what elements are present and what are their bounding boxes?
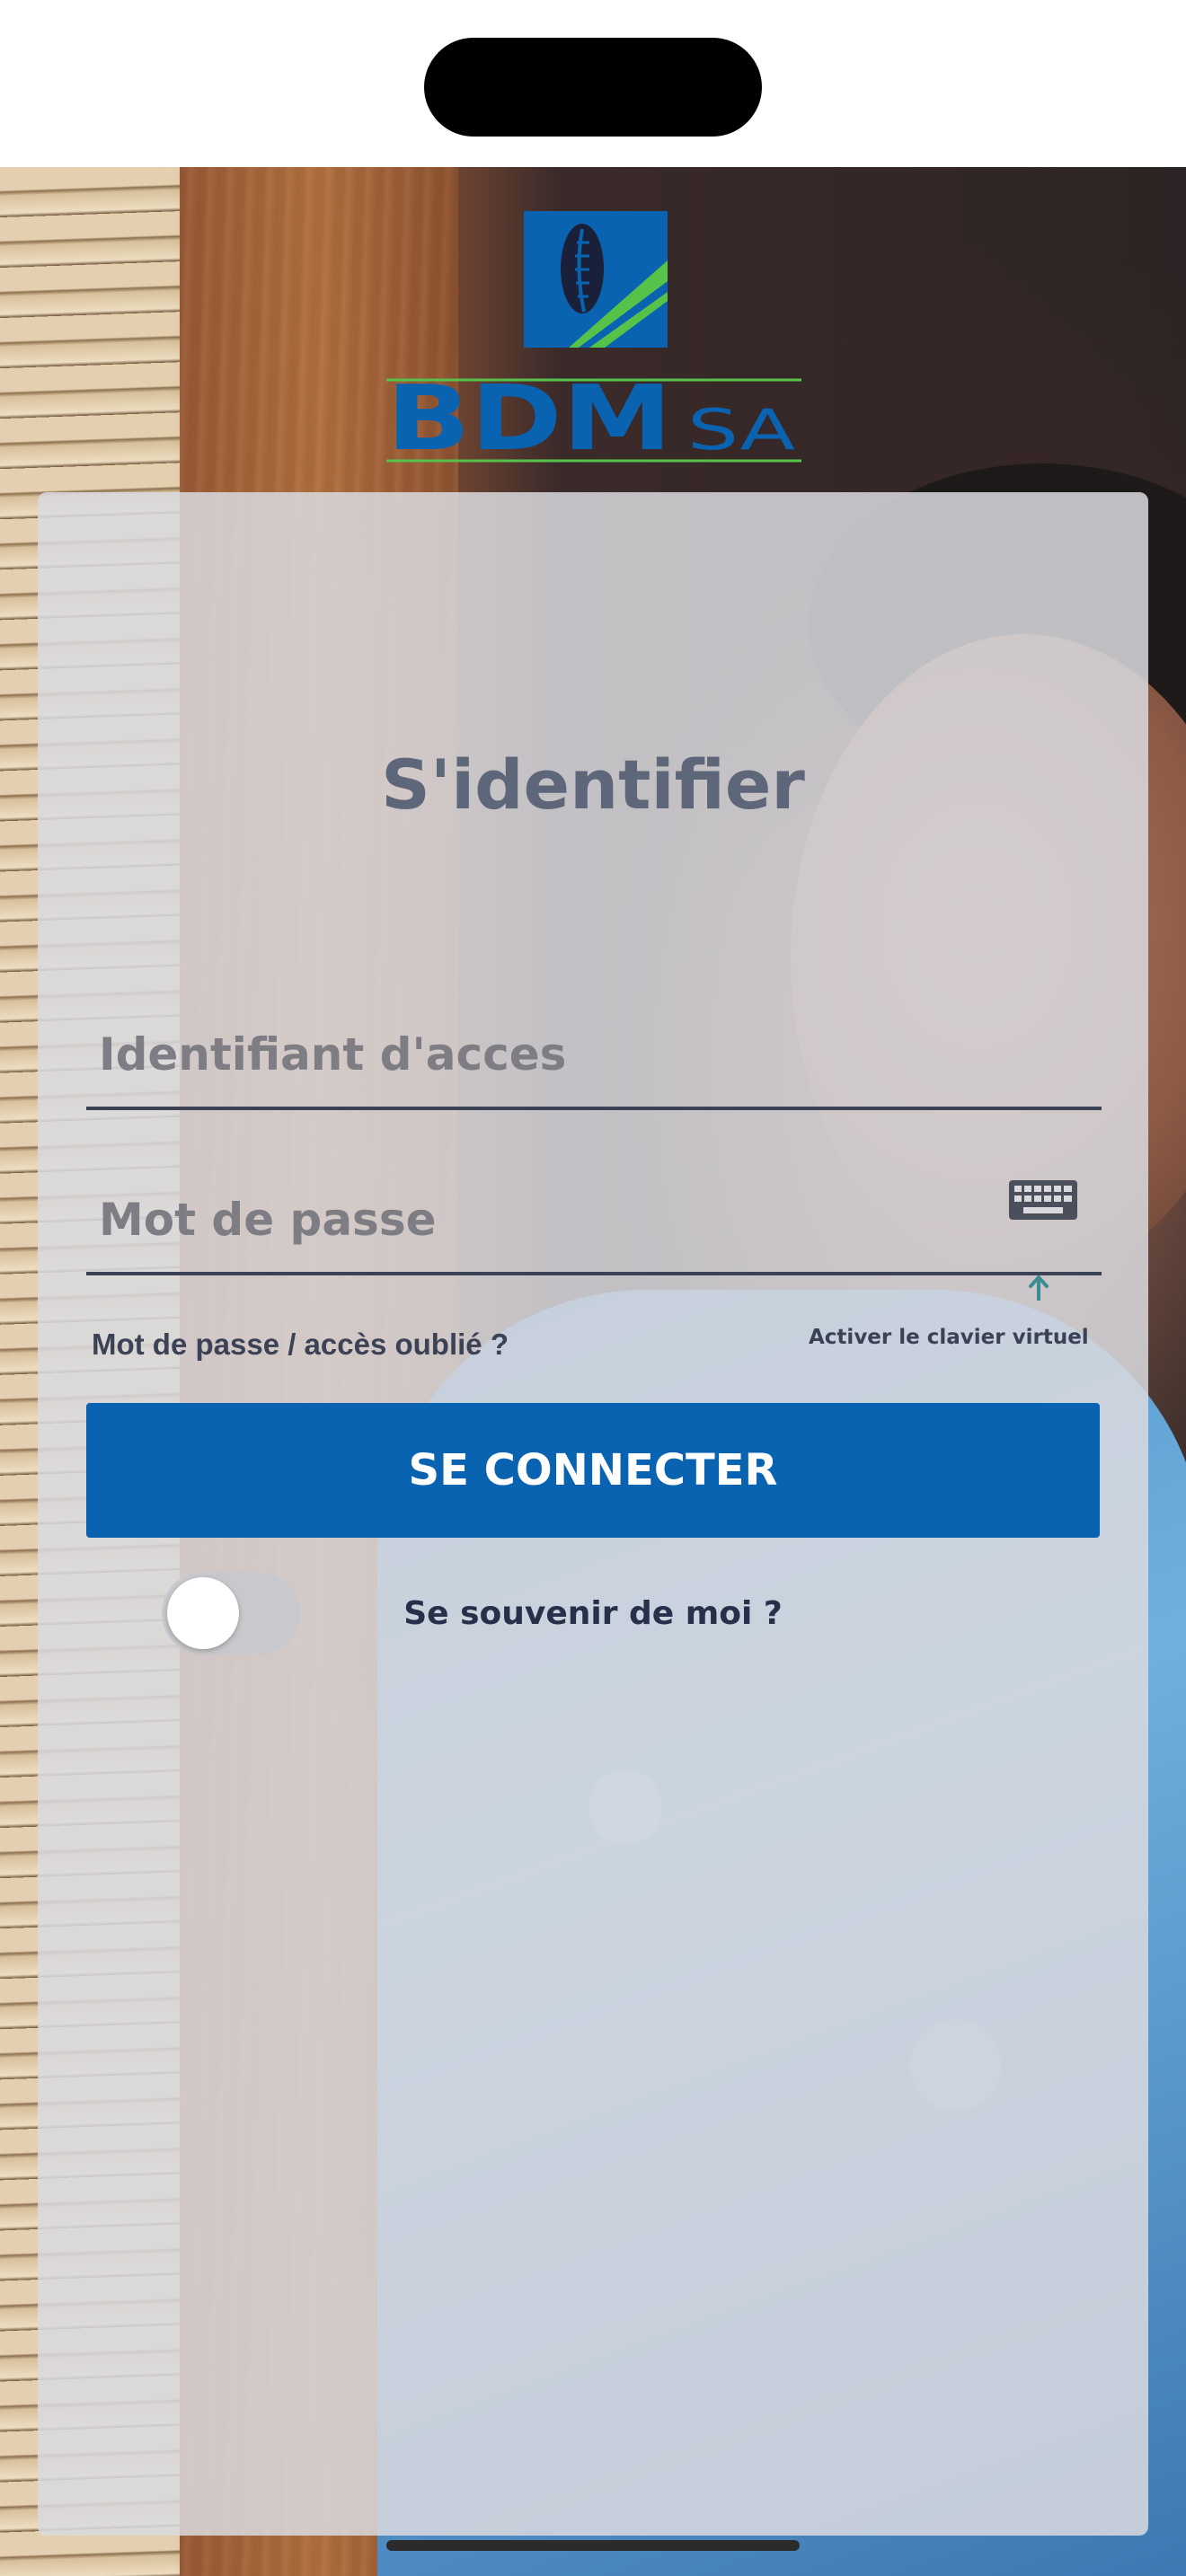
keyboard-icon[interactable]	[1009, 1180, 1077, 1220]
dynamic-island	[424, 38, 762, 137]
remember-me-toggle[interactable]	[162, 1572, 300, 1654]
arrow-up-icon	[1029, 1275, 1049, 1301]
password-field[interactable]	[86, 1168, 1102, 1275]
page-title: S'identifier	[381, 745, 805, 825]
password-input[interactable]	[99, 1168, 997, 1272]
brand-name: BDM	[386, 366, 672, 467]
remember-me-label: Se souvenir de moi ?	[403, 1595, 783, 1632]
brand-logo: BDM SA	[386, 211, 801, 467]
forgot-password-link[interactable]: Mot de passe / accès oublié ?	[92, 1328, 509, 1362]
home-indicator	[386, 2540, 800, 2551]
virtual-keyboard-link[interactable]: Activer le clavier virtuel	[809, 1326, 1089, 1349]
brand-suffix: SA	[687, 397, 795, 463]
username-field[interactable]	[86, 1001, 1102, 1110]
connect-button[interactable]: SE CONNECTER	[86, 1403, 1100, 1538]
toggle-knob	[167, 1577, 239, 1649]
cowrie-shell-icon	[524, 211, 668, 348]
username-input[interactable]	[99, 1001, 997, 1107]
status-bar	[0, 0, 1186, 167]
